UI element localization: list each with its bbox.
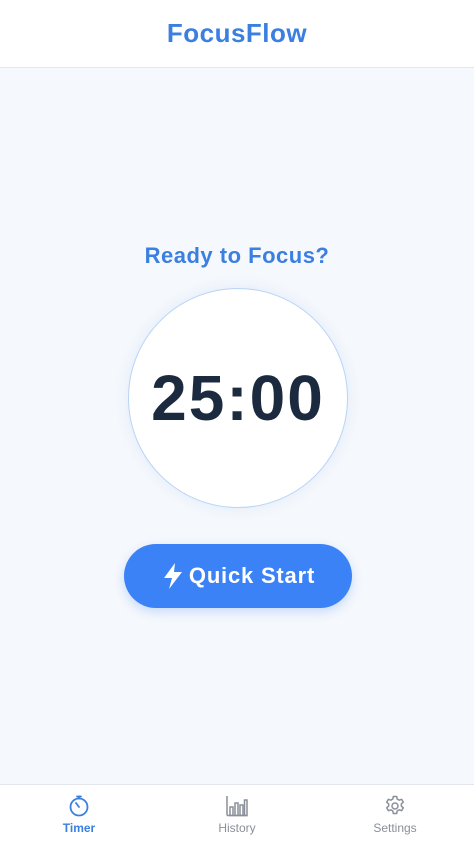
ready-prompt: Ready to Focus?: [144, 243, 330, 268]
quick-start-label: Quick Start: [188, 563, 316, 588]
app-header: FocusFlow: [0, 0, 474, 68]
timer-display: 25:00: [151, 362, 325, 434]
quick-start-button[interactable]: Quick Start: [124, 544, 352, 608]
timer-circle: 25:00: [128, 288, 348, 508]
nav-item-timer[interactable]: Timer: [0, 785, 158, 844]
app-title: FocusFlow: [166, 18, 308, 48]
bottom-nav: Timer History Settings: [0, 784, 474, 844]
nav-label-history: History: [218, 821, 256, 835]
nav-item-settings[interactable]: Settings: [316, 785, 474, 844]
nav-item-history[interactable]: History: [158, 785, 316, 844]
nav-label-timer: Timer: [62, 821, 96, 835]
nav-label-settings: Settings: [373, 821, 417, 835]
bar-chart-icon: [226, 796, 248, 817]
timer-screen: Ready to Focus? 25:00 Quick Start: [0, 68, 474, 784]
stopwatch-icon: [69, 795, 89, 817]
gear-icon: [385, 795, 405, 815]
lightning-bolt-icon: [163, 563, 182, 589]
